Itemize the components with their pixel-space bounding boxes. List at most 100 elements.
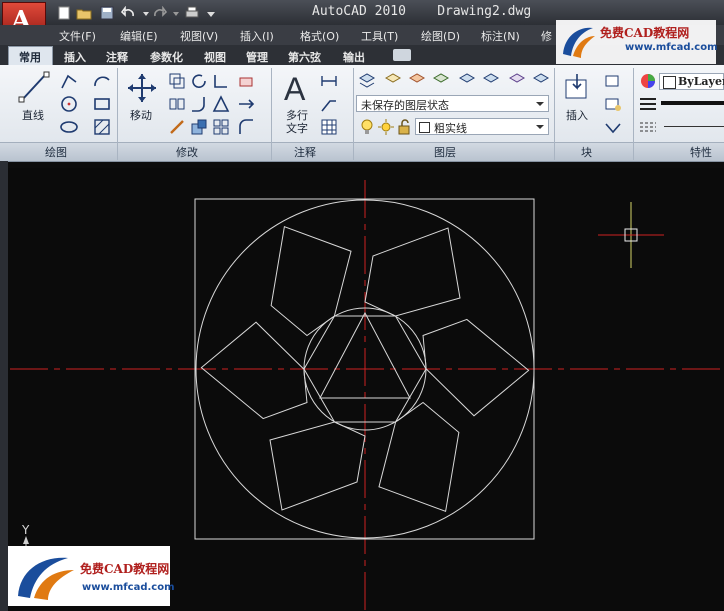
offset-tool-icon[interactable] — [237, 118, 255, 136]
menu-format[interactable]: 格式(O) — [300, 28, 339, 44]
properties-panel-title[interactable]: 特性 — [690, 144, 712, 160]
layer-previous-icon[interactable] — [458, 72, 476, 90]
dimension-tool-icon[interactable] — [320, 72, 338, 90]
watermark-swoosh-icon — [563, 27, 595, 58]
mtext-label-line2: 文字 — [286, 122, 308, 135]
menu-edit[interactable]: 编辑(E) — [120, 28, 158, 44]
undo-icon[interactable] — [120, 5, 137, 19]
mtext-tool-icon[interactable]: A — [282, 70, 310, 107]
array-tool-icon[interactable] — [212, 118, 230, 136]
current-layer-value: 粗实线 — [434, 122, 467, 135]
layer-off-icon[interactable] — [532, 72, 550, 90]
color-dropdown[interactable]: ByLayer — [659, 73, 724, 90]
menu-dimension[interactable]: 标注(N) — [481, 28, 520, 44]
undo-dropdown-icon[interactable] — [138, 5, 149, 19]
layer-state-value: 未保存的图层状态 — [361, 99, 449, 112]
tab-sixth-string[interactable]: 第六弦 — [288, 49, 321, 65]
ribbon-minimize-button[interactable] — [393, 49, 411, 61]
layer-state-dropdown[interactable]: 未保存的图层状态 — [356, 95, 549, 112]
watermark-name: 免费CAD教程网 — [80, 562, 170, 576]
open-folder-icon[interactable] — [76, 5, 92, 20]
modify-panel-title[interactable]: 修改 — [176, 144, 198, 160]
layer-make-current-icon[interactable] — [408, 72, 426, 90]
mirror-tool-icon[interactable] — [168, 95, 186, 113]
lightbulb-icon[interactable] — [358, 118, 376, 136]
menu-modify[interactable]: 修 — [541, 28, 552, 44]
lineweight-icon[interactable] — [639, 95, 657, 113]
insert-block-label: 插入 — [566, 109, 588, 122]
extend-tool-icon[interactable] — [237, 95, 255, 113]
annotation-panel-title[interactable]: 注释 — [294, 144, 316, 160]
edit-attributes-icon[interactable] — [604, 118, 622, 136]
fillet-tool-icon[interactable] — [190, 95, 208, 113]
lineweight-sample[interactable] — [661, 101, 724, 105]
edit-block-icon[interactable] — [604, 95, 622, 113]
copy-tool-icon[interactable] — [168, 72, 186, 90]
tab-parametric[interactable]: 参数化 — [150, 49, 183, 65]
watermark-site: www.mfcad.com — [82, 582, 175, 593]
menu-file[interactable]: 文件(F) — [59, 28, 96, 44]
layer-properties-icon[interactable] — [358, 72, 376, 90]
qat-dropdown-icon[interactable] — [203, 5, 215, 19]
arc-tool-icon[interactable] — [93, 72, 111, 90]
watermark-name: 免费CAD教程网 — [600, 26, 690, 40]
plot-icon[interactable] — [184, 5, 200, 19]
rotate-tool-icon[interactable] — [190, 72, 208, 90]
window-title: AutoCAD 2010 Drawing2.dwg — [312, 4, 532, 19]
linetype-icon[interactable] — [639, 118, 657, 136]
insert-block-icon[interactable] — [563, 72, 593, 104]
pentagon — [422, 318, 530, 417]
divider — [554, 68, 555, 160]
layer-state-icon[interactable] — [384, 72, 402, 90]
rectangle-tool-icon[interactable] — [93, 95, 111, 113]
pentagon — [200, 321, 308, 420]
redo-icon[interactable] — [151, 5, 168, 19]
polyline-icon[interactable] — [60, 72, 78, 90]
menu-tools[interactable]: 工具(T) — [361, 28, 398, 44]
tab-annotate[interactable]: 注释 — [106, 49, 128, 65]
divider — [633, 68, 634, 160]
create-block-icon[interactable] — [604, 72, 622, 90]
scale-tool-icon[interactable] — [190, 118, 208, 136]
divider — [117, 68, 118, 160]
color-wheel-icon[interactable] — [639, 72, 657, 90]
layer-match-icon[interactable] — [432, 72, 450, 90]
menu-draw[interactable]: 绘图(D) — [421, 28, 460, 44]
stretch-tool-icon[interactable] — [168, 118, 186, 136]
redo-dropdown-icon[interactable] — [168, 5, 179, 19]
layers-panel-title[interactable]: 图层 — [434, 144, 456, 160]
layer-isolate-icon[interactable] — [482, 72, 500, 90]
tab-manage[interactable]: 管理 — [246, 49, 268, 65]
linetype-sample[interactable] — [664, 126, 724, 127]
table-tool-icon[interactable] — [320, 118, 338, 136]
layer-color-swatch — [419, 122, 430, 133]
move-tool-icon[interactable] — [126, 72, 158, 104]
circle-tool-icon[interactable] — [60, 95, 78, 113]
tab-home[interactable]: 常用 — [8, 46, 53, 65]
triangle-mirror-icon[interactable] — [212, 95, 230, 113]
leader-tool-icon[interactable] — [320, 95, 338, 113]
tab-insert[interactable]: 插入 — [64, 49, 86, 65]
layer-unisolate-icon[interactable] — [508, 72, 526, 90]
move-tool-label: 移动 — [130, 109, 152, 122]
divider — [271, 68, 272, 160]
sun-freeze-icon[interactable] — [377, 118, 395, 136]
tab-view[interactable]: 视图 — [204, 49, 226, 65]
draw-panel-title[interactable]: 绘图 — [45, 144, 67, 160]
menu-insert[interactable]: 插入(I) — [240, 28, 274, 44]
menu-view[interactable]: 视图(V) — [180, 28, 218, 44]
new-file-icon[interactable] — [56, 5, 72, 20]
save-icon[interactable] — [99, 5, 115, 20]
pentagon — [269, 421, 366, 511]
block-panel-title[interactable]: 块 — [581, 144, 592, 160]
ellipse-tool-icon[interactable] — [60, 118, 78, 136]
watermark-site: www.mfcad.com — [625, 42, 718, 53]
trim-tool-icon[interactable] — [212, 72, 230, 90]
tab-output[interactable]: 输出 — [343, 49, 365, 65]
line-tool-icon[interactable] — [16, 70, 52, 104]
current-layer-dropdown[interactable]: 粗实线 — [415, 118, 549, 135]
hatch-tool-icon[interactable] — [93, 118, 111, 136]
unlock-icon[interactable] — [396, 118, 414, 136]
color-swatch — [663, 76, 676, 89]
erase-tool-icon[interactable] — [237, 72, 255, 90]
